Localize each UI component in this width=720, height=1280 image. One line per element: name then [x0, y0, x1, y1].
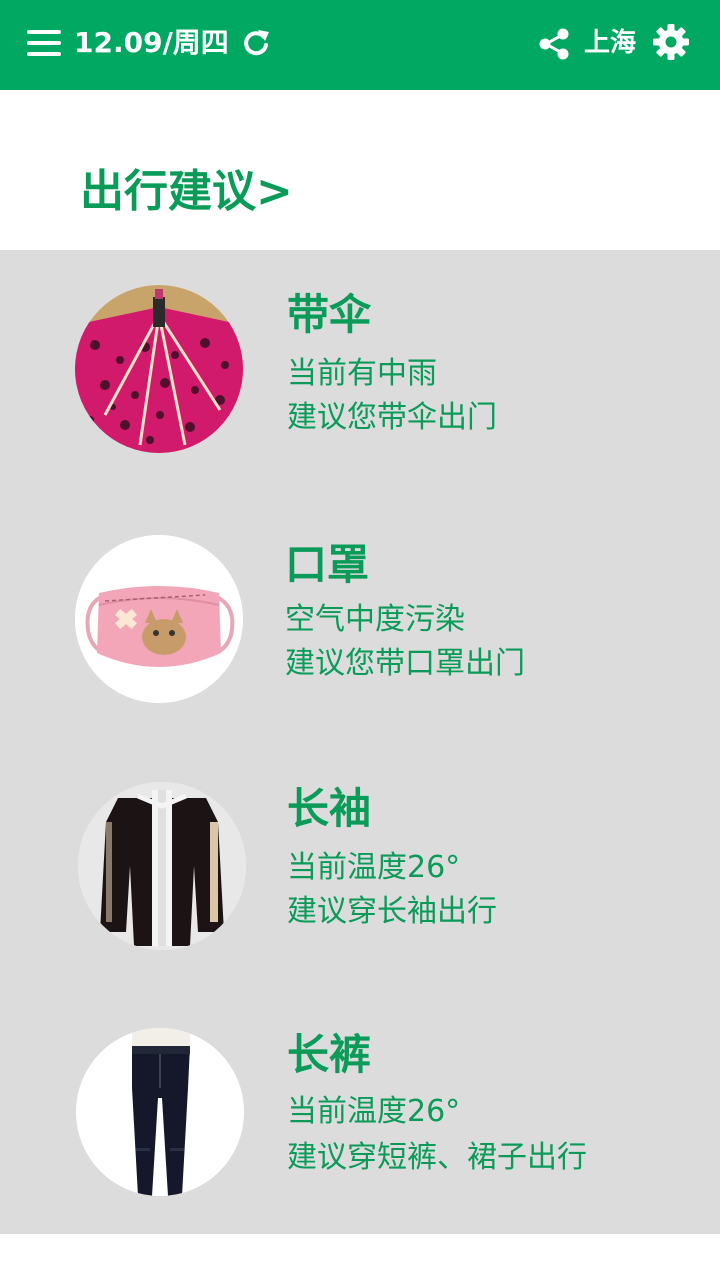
umbrella-image — [75, 285, 243, 453]
top-bar: 12.09/周四 上海 — [0, 0, 720, 90]
list-item[interactable]: 长袖 当前温度26° 建议穿长袖出行 — [0, 742, 720, 988]
share-icon[interactable] — [538, 28, 570, 60]
list-item[interactable]: 带伞 当前有中雨 建议您带伞出门 — [0, 250, 720, 496]
umbrella-illustration — [75, 285, 243, 453]
shirt-illustration — [78, 782, 246, 950]
mask-image — [75, 535, 243, 703]
refresh-icon[interactable] — [242, 28, 270, 58]
pants-illustration — [76, 1028, 244, 1196]
long-sleeve-shirt-image — [78, 782, 246, 950]
travel-advice-title[interactable]: 出行建议> — [80, 164, 293, 220]
date-label: 12.09/周四 — [74, 26, 229, 59]
mask-illustration — [75, 535, 243, 703]
gear-icon[interactable] — [652, 23, 690, 61]
menu-icon[interactable] — [27, 30, 61, 56]
suggestion-advice: 建议穿长袖出行 — [287, 894, 497, 929]
suggestion-advice: 建议您带口罩出门 — [285, 646, 525, 681]
suggestion-title: 口罩 — [285, 540, 370, 589]
suggestion-title: 长裤 — [287, 1030, 372, 1079]
city-label[interactable]: 上海 — [584, 24, 636, 62]
suggestion-condition: 当前温度26° — [287, 850, 461, 885]
suggestion-title: 带伞 — [287, 290, 372, 339]
suggestion-advice: 建议穿短裤、裙子出行 — [287, 1140, 587, 1175]
suggestion-title: 长袖 — [287, 784, 372, 833]
header-section: 出行建议> — [0, 90, 720, 250]
list-item[interactable]: 长裤 当前温度26° 建议穿短裤、裙子出行 — [0, 988, 720, 1234]
suggestion-list: 带伞 当前有中雨 建议您带伞出门 口罩 空气中度污染 建议您带口罩出门 长袖 当… — [0, 250, 720, 1234]
list-item[interactable]: 口罩 空气中度污染 建议您带口罩出门 — [0, 496, 720, 742]
long-pants-image — [76, 1028, 244, 1196]
suggestion-condition: 当前温度26° — [287, 1094, 461, 1129]
bottom-spacer — [0, 1234, 720, 1280]
suggestion-advice: 建议您带伞出门 — [287, 400, 497, 435]
suggestion-condition: 空气中度污染 — [285, 602, 465, 637]
suggestion-condition: 当前有中雨 — [287, 356, 437, 391]
